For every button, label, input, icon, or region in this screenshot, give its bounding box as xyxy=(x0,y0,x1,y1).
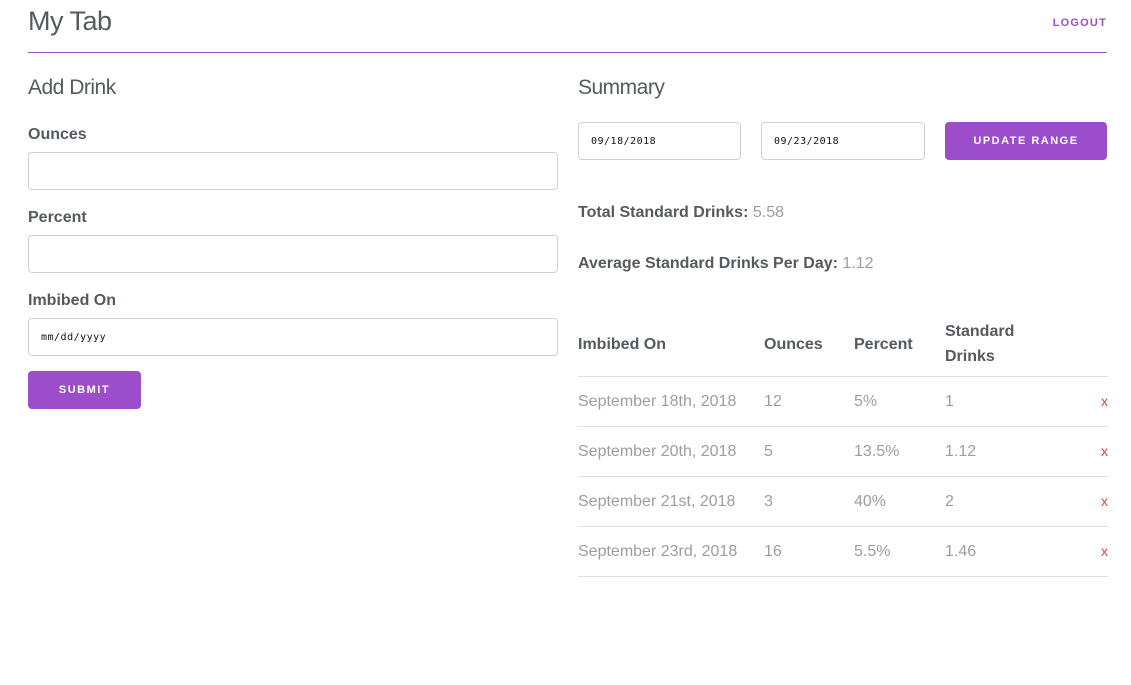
total-label: Total Standard Drinks: xyxy=(578,204,749,221)
header-delete xyxy=(1065,312,1108,377)
submit-button[interactable]: SUBMIT xyxy=(28,371,141,409)
cell-ounces: 5 xyxy=(764,426,854,477)
start-date-input[interactable]: 09/18/2018 xyxy=(578,122,741,160)
delete-row-button[interactable]: x xyxy=(1065,426,1108,477)
header-percent: Percent xyxy=(854,312,945,377)
summary-title: Summary xyxy=(578,76,665,99)
cell-standard: 1.12 xyxy=(945,426,1065,477)
cell-date: September 23rd, 2018 xyxy=(578,526,764,577)
drinks-table: Imbibed On Ounces Percent Standard Drink… xyxy=(578,312,1108,577)
cell-ounces: 16 xyxy=(764,526,854,577)
cell-date: September 21st, 2018 xyxy=(578,476,764,527)
cell-standard: 2 xyxy=(945,476,1065,527)
header-imbibed-on: Imbibed On xyxy=(578,312,764,377)
average-label: Average Standard Drinks Per Day: xyxy=(578,255,838,272)
delete-row-button[interactable]: x xyxy=(1065,376,1108,427)
cell-ounces: 12 xyxy=(764,376,854,427)
cell-standard: 1.46 xyxy=(945,526,1065,577)
delete-row-button[interactable]: x xyxy=(1065,526,1108,577)
cell-date: September 18th, 2018 xyxy=(578,376,764,427)
delete-row-button[interactable]: x xyxy=(1065,476,1108,527)
percent-label: Percent xyxy=(28,209,87,226)
cell-standard: 1 xyxy=(945,376,1065,427)
app-title: My Tab xyxy=(28,6,112,36)
table-row: September 23rd, 2018 16 5.5% 1.46 x xyxy=(578,526,1108,577)
cell-percent: 13.5% xyxy=(854,426,945,477)
table-row: September 21st, 2018 3 40% 2 x xyxy=(578,476,1108,527)
table-header-row: Imbibed On Ounces Percent Standard Drink… xyxy=(578,312,1108,377)
header-ounces: Ounces xyxy=(764,312,854,377)
table-row: September 18th, 2018 12 5% 1 x xyxy=(578,376,1108,427)
imbibed-on-date-input[interactable]: mm/dd/yyyy xyxy=(28,318,558,356)
ounces-label: Ounces xyxy=(28,126,87,143)
app-header: My Tab LOGOUT xyxy=(28,0,1107,53)
cell-percent: 5% xyxy=(854,376,945,427)
header-standard-drinks: Standard Drinks xyxy=(945,312,1065,377)
total-standard-drinks: Total Standard Drinks: 5.58 xyxy=(578,204,784,222)
cell-date: September 20th, 2018 xyxy=(578,426,764,477)
average-standard-drinks: Average Standard Drinks Per Day: 1.12 xyxy=(578,255,874,273)
table-row: September 20th, 2018 5 13.5% 1.12 x xyxy=(578,426,1108,477)
logout-link[interactable]: LOGOUT xyxy=(1053,17,1107,29)
percent-input[interactable] xyxy=(28,235,558,273)
add-drink-title: Add Drink xyxy=(28,76,116,99)
ounces-input[interactable] xyxy=(28,152,558,190)
average-value: 1.12 xyxy=(842,255,874,272)
update-range-button[interactable]: UPDATE RANGE xyxy=(945,122,1107,160)
end-date-input[interactable]: 09/23/2018 xyxy=(761,122,925,160)
cell-ounces: 3 xyxy=(764,476,854,527)
imbibed-on-label: Imbibed On xyxy=(28,292,116,309)
total-value: 5.58 xyxy=(752,204,784,221)
cell-percent: 40% xyxy=(854,476,945,527)
cell-percent: 5.5% xyxy=(854,526,945,577)
